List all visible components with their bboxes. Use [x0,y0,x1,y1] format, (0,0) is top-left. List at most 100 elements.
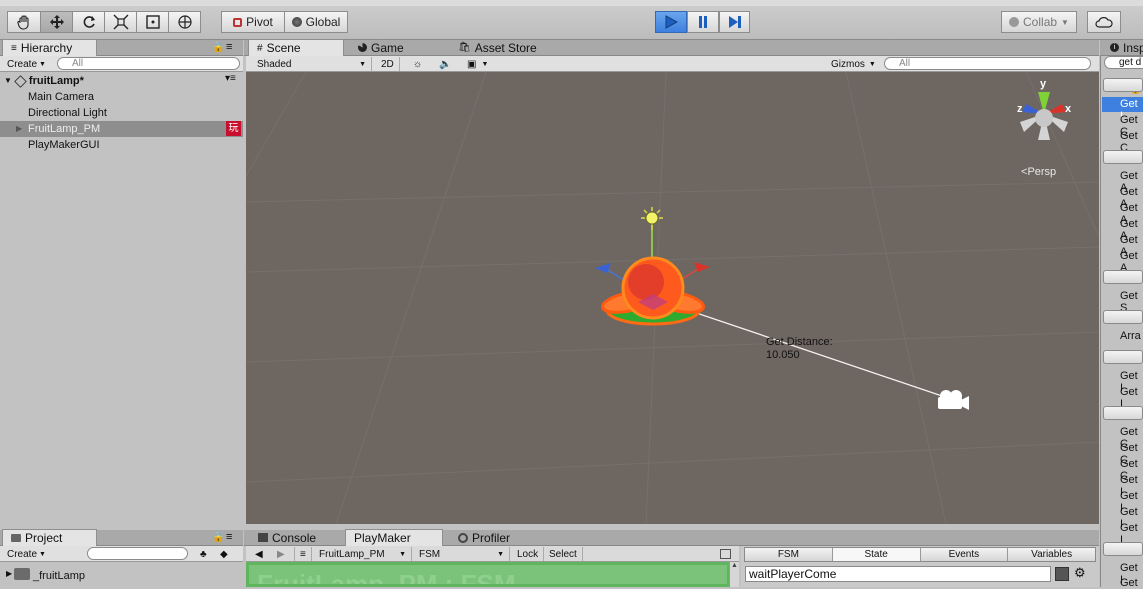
tab-playmaker[interactable]: PlayMaker [345,529,443,546]
pivot-button[interactable]: Pivot [221,11,285,33]
tab-asset-store[interactable]: 🛍 Asset Store [450,39,545,56]
category-button[interactable] [1103,350,1143,364]
hierarchy-item[interactable]: PlayMakerGUI [28,137,100,153]
hierarchy-create-button[interactable]: Create ▼ [2,57,51,71]
shading-dropdown[interactable]: Shaded ▼ [252,57,372,71]
category-button[interactable] [1103,310,1143,324]
light-gizmo-icon[interactable] [639,206,665,232]
playmaker-badge[interactable]: 玩 [226,121,241,136]
tab-state-label: State [864,549,888,560]
hierarchy-search-input[interactable]: All [57,57,240,70]
panel-menu-icon[interactable]: ≡ [226,531,232,543]
tab-variables[interactable]: Variables [1008,548,1095,561]
graph-scrollbar[interactable]: ▲ [729,562,739,587]
axis-y-label: y [1040,78,1046,90]
collab-button[interactable]: Collab ▼ [1001,11,1077,33]
expand-arrow-icon: ▼ [4,76,12,85]
hierarchy-item[interactable]: Main Camera [28,89,94,105]
scene-menu-icon[interactable]: ▾≡ [225,73,236,84]
lighting-toggle[interactable]: ☼ [408,57,427,71]
effects-dropdown[interactable]: ▣ ▼ [462,57,493,71]
hierarchy-item[interactable]: Directional Light [28,105,107,121]
lock-button[interactable]: Lock [512,547,545,561]
play-button[interactable] [655,11,687,33]
tab-variables-label: Variables [1031,549,1073,560]
action-item[interactable]: Get [1120,577,1138,589]
scene-viewport[interactable]: Get Distance: 10.050 y x z <Persp [246,72,1099,524]
filter-type-button[interactable]: ♣ [195,547,212,561]
project-create-label: Create [7,548,38,560]
project-create-button[interactable]: Create ▼ [2,547,51,561]
expand-arrow-icon[interactable]: ▶ [6,569,12,578]
action-item-label: Get [1120,577,1138,589]
category-button[interactable] [1103,542,1143,556]
transform-tool-button[interactable] [168,11,201,33]
pause-button[interactable] [687,11,719,33]
scale-tool-button[interactable] [104,11,137,33]
projection-toggle[interactable]: <Persp [1021,166,1056,178]
store-icon: 🛍 [458,42,471,53]
state-name-value: waitPlayerCome [749,567,837,581]
tab-state[interactable]: State [832,548,921,561]
scene-root-row[interactable]: ▼ fruitLamp* [4,73,84,89]
fruit-lamp-object[interactable] [598,252,708,342]
distance-readout: Get Distance: 10.050 [766,336,833,362]
hierarchy-item[interactable]: FruitLamp_PM [28,121,100,137]
state-color-swatch[interactable] [1055,567,1069,581]
category-button[interactable] [1103,406,1143,420]
axis-handle-z-icon[interactable] [595,263,611,273]
tab-events[interactable]: Events [921,548,1009,561]
fsm-dropdown[interactable]: FSM ▼ [414,547,510,561]
rect-tool-button[interactable] [136,11,169,33]
step-button[interactable] [719,11,750,33]
scene-toolbar: Shaded ▼ 2D ☼ 🔈 ▣ ▼ Gizmos ▼ All [246,56,1099,72]
tab-hierarchy[interactable]: ≡ Hierarchy [2,39,97,56]
axis-handle-x-icon[interactable] [694,262,710,272]
tab-inspector[interactable]: i Insp [1102,39,1143,56]
scene-name: fruitLamp* [28,75,84,87]
tab-fsm[interactable]: FSM [745,548,833,561]
category-button[interactable] [1103,270,1143,284]
filter-label-button[interactable]: ◆ [215,547,233,561]
project-search-input[interactable] [87,547,188,560]
chevron-down-icon: ▼ [868,60,876,68]
back-button[interactable]: ◀ [250,547,268,561]
select-button[interactable]: Select [544,547,583,561]
object-dropdown[interactable]: FruitLamp_PM ▼ [314,547,412,561]
move-tool-button[interactable] [40,11,73,33]
tab-scene[interactable]: # Scene [248,39,344,56]
fsm-list-button[interactable]: ≡ [294,547,312,561]
collapsed-arrow-icon[interactable]: ▶ [16,121,22,137]
tab-game[interactable]: Game [350,39,412,56]
gizmos-dropdown[interactable]: Gizmos ▼ [826,57,881,71]
camera-gizmo-icon[interactable] [934,387,970,413]
cloud-button[interactable] [1087,11,1121,33]
global-button[interactable]: Global [284,11,348,33]
state-name-input[interactable]: waitPlayerCome [745,566,1051,582]
minimap-toggle[interactable] [715,547,736,561]
lock-icon[interactable]: 🔒 [212,532,224,543]
tab-profiler[interactable]: Profiler [450,529,518,546]
axis-x-text: x [1065,103,1072,115]
lock-icon[interactable]: 🔒 [212,42,224,53]
category-button[interactable] [1103,78,1143,92]
project-folder[interactable]: _fruitLamp [33,570,85,582]
fsm-graph-canvas[interactable]: FruitLamp_PM : FSM [246,562,730,587]
forward-button[interactable]: ▶ [272,547,290,561]
action-item-label: Arra [1120,330,1141,342]
panel-menu-icon[interactable]: ≡ [226,41,232,53]
rotate-tool-button[interactable] [72,11,105,33]
2d-toggle[interactable]: 2D [376,57,400,71]
inspector-search-input[interactable]: get d [1104,56,1143,69]
hand-tool-button[interactable] [7,11,41,33]
action-item[interactable]: Arra [1120,330,1141,342]
scene-search-input[interactable]: All [884,57,1091,70]
console-icon [258,533,268,542]
arrow-left-icon: ◀ [255,548,263,560]
category-button[interactable] [1103,150,1143,164]
audio-toggle[interactable]: 🔈 [434,57,456,71]
tab-project[interactable]: Project [2,529,97,546]
settings-gear-icon[interactable]: ⚙ [1074,565,1086,581]
tab-console[interactable]: Console [250,529,324,546]
shading-value: Shaded [257,58,292,70]
